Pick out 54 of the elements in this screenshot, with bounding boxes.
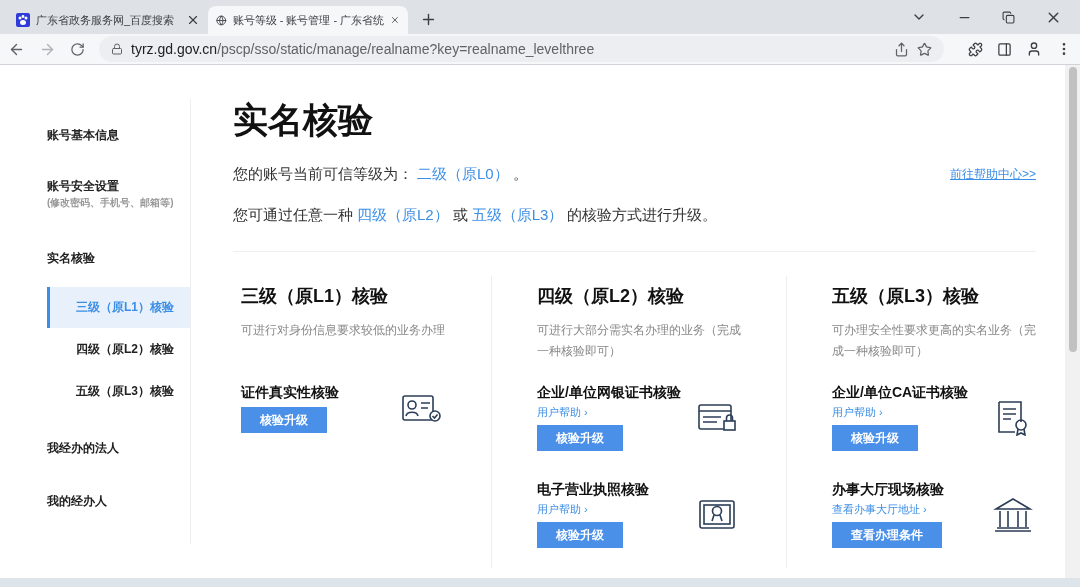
browser-tab[interactable]: 账号等级 - 账号管理 - 广东省统 (208, 6, 408, 34)
sidebar-item[interactable]: 账号安全设置 (修改密码、手机号、邮箱等) (47, 152, 190, 222)
level-description: 可进行对身份信息要求较低的业务办理 (241, 322, 446, 339)
level-title: 四级（原L2）核验 (537, 285, 685, 308)
new-tab-icon[interactable] (420, 11, 437, 28)
help-center-link[interactable]: 前往帮助中心>> (950, 166, 1036, 183)
license-icon (698, 498, 738, 531)
scroll-thumb[interactable] (1068, 67, 1077, 352)
avatar-icon[interactable] (1026, 41, 1042, 57)
id-card-icon (402, 393, 442, 424)
upgrade-button[interactable]: 核验升级 (537, 522, 623, 548)
scrollbar[interactable] (1065, 65, 1080, 578)
level-title: 三级（原L1）核验 (241, 285, 389, 308)
help-link[interactable]: 用户帮助 › (537, 405, 588, 420)
sidebar-item[interactable]: 账号基本信息 (47, 99, 190, 152)
paw-icon (16, 13, 30, 27)
help-link[interactable]: 查看办事大厅地址 › (832, 502, 927, 517)
upgrade-text: 您可通过任意一种 四级（原L2） 或 五级（原L3） 的核验方式进行升级。 (233, 206, 718, 225)
upgrade-button[interactable]: 核验升级 (537, 425, 623, 451)
side-panel-icon[interactable] (997, 41, 1012, 57)
upgrade-button[interactable]: 核验升级 (832, 425, 918, 451)
address-bar[interactable]: tyrz.gd.gov.cn/pscp/sso/static/manage/realname?key=realname_levelthree (99, 36, 944, 62)
current-level-text: 您的账号当前可信等级为： 二级（原L0） 。 (233, 165, 528, 184)
puzzle-icon[interactable] (968, 41, 983, 57)
browser-tab[interactable]: 广东省政务服务网_百度搜索 (8, 6, 208, 34)
method-name: 企业/单位CA证书核验 (832, 384, 969, 402)
upgrade-button[interactable]: 核验升级 (241, 407, 327, 433)
sidebar-item[interactable]: 我的经办人 (47, 465, 190, 518)
reload-icon[interactable] (70, 41, 85, 57)
method-name: 电子营业执照核验 (537, 481, 649, 499)
method-name: 企业/单位网银证书核验 (537, 384, 681, 402)
horizontal-scrollbar[interactable] (0, 578, 1080, 587)
sidebar-item[interactable]: 实名核验 (47, 222, 190, 275)
card-lock-icon (698, 402, 738, 433)
star-icon[interactable] (917, 41, 932, 57)
building-icon (993, 496, 1033, 533)
sidebar-item[interactable]: 我经办的法人 (47, 412, 190, 465)
restore-icon[interactable] (1002, 10, 1015, 24)
lock-icon (111, 43, 123, 55)
method-name: 证件真实性核验 (241, 384, 339, 402)
level-description: 可进行大部分需实名办理的业务（完成一种核验即可） (537, 322, 742, 360)
help-link[interactable]: 用户帮助 › (537, 502, 588, 517)
sidebar-subitem[interactable]: 三级（原L1）核验 (47, 287, 190, 328)
method-name: 办事大厅现场核验 (832, 481, 944, 499)
level-description: 可办理安全性要求更高的实名业务（完成一种核验即可） (832, 322, 1037, 360)
page-title: 实名核验 (233, 99, 374, 141)
sidebar-subitem[interactable]: 五级（原L3）核验 (47, 371, 190, 412)
upgrade-button[interactable]: 查看办理条件 (832, 522, 942, 548)
close-icon[interactable] (186, 13, 200, 27)
sidebar-subitem[interactable]: 四级（原L2）核验 (47, 329, 190, 370)
help-link[interactable]: 用户帮助 › (832, 405, 883, 420)
globe-icon (216, 12, 227, 28)
share-icon[interactable] (894, 41, 909, 57)
level-title: 五级（原L3）核验 (832, 285, 980, 308)
